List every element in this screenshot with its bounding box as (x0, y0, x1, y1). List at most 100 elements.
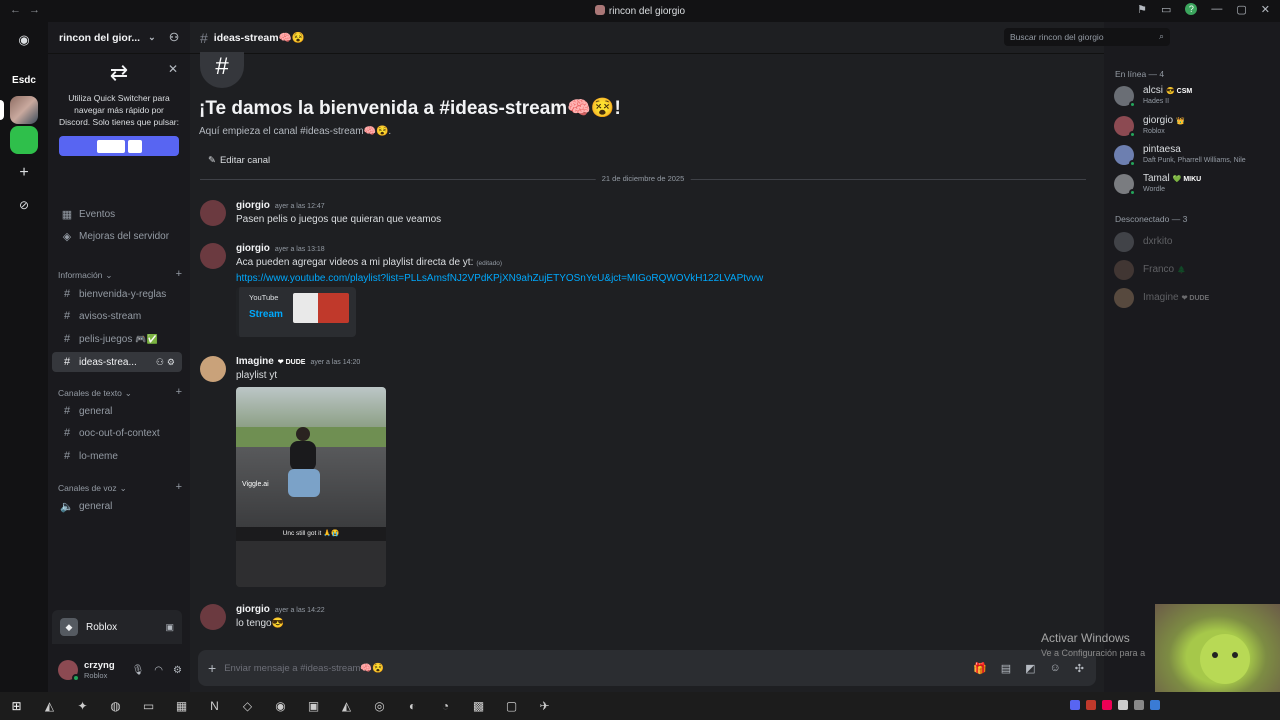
embed-thumbnail[interactable] (293, 293, 349, 323)
message-author[interactable]: giorgio (236, 604, 270, 615)
user-info[interactable]: crzyng Roblox (84, 660, 115, 680)
avatar[interactable] (200, 200, 226, 226)
gift-icon[interactable]: 🎁 (973, 662, 987, 675)
person-head (296, 427, 310, 441)
playlist-link[interactable]: https://www.youtube.com/playlist?list=PL… (236, 273, 763, 284)
channel-pelis-juegos[interactable]: # pelis-juegos 🎮✅ (52, 329, 182, 349)
invite-icon[interactable]: ⚇ (169, 31, 179, 44)
minimize-icon[interactable]: — (1211, 3, 1222, 16)
status-online-icon (72, 674, 80, 682)
category-info[interactable]: Información ⌄ + (58, 269, 182, 281)
voice-channel-general[interactable]: 🔈 general (52, 496, 182, 516)
calculator-icon[interactable]: ▦ (165, 699, 198, 713)
add-channel-icon[interactable]: + (176, 387, 182, 399)
tool-icon[interactable]: ✦ (66, 699, 99, 713)
member-item[interactable]: Franco 🌲 (1114, 257, 1274, 283)
brave-icon[interactable]: ◭ (330, 699, 363, 713)
category-voice-label: Canales de voz (58, 483, 117, 493)
member-name-text: alcsi (1143, 85, 1164, 96)
shortcut-button[interactable] (59, 136, 179, 156)
channel-bienvenida[interactable]: # bienvenida-y-reglas (52, 284, 182, 304)
screen-share-icon[interactable]: ▣ (165, 622, 174, 633)
avatar[interactable] (200, 604, 226, 630)
channel-lo-meme[interactable]: # lo-meme (52, 446, 182, 466)
message-author[interactable]: Imagine (236, 356, 274, 367)
firefox-icon[interactable]: ◍ (99, 699, 132, 713)
sticker-icon[interactable]: ◩ (1025, 662, 1035, 675)
maximize-icon[interactable]: ▢ (1236, 3, 1246, 16)
message-input[interactable]: Enviar mensaje a #ideas-stream🧠😵 (224, 663, 384, 674)
discord-home-icon[interactable]: ◉ (10, 26, 38, 54)
member-item[interactable]: Imagine ❤ DUDE (1114, 285, 1274, 311)
guild-esdc[interactable]: Esdc (8, 66, 40, 94)
category-text[interactable]: Canales de texto ⌄ + (58, 387, 182, 399)
message-author[interactable]: giorgio (236, 200, 270, 211)
message-author[interactable]: giorgio (236, 243, 270, 254)
notion-icon[interactable]: N (198, 699, 231, 713)
activity-panel[interactable]: ◆ Roblox ▣ (52, 610, 182, 644)
add-channel-icon[interactable]: + (176, 482, 182, 494)
tray-app-icon[interactable] (1134, 700, 1144, 710)
discord-taskbar-icon[interactable]: ◎ (363, 699, 396, 713)
avatar[interactable] (58, 660, 80, 682)
youtube-embed[interactable]: YouTube Stream (236, 287, 356, 337)
search-input[interactable]: Buscar rincon del giorgio ⌕ (1004, 28, 1170, 46)
avatar[interactable] (200, 356, 226, 382)
settings-gear-icon[interactable]: ⚙ (173, 665, 182, 676)
server-header[interactable]: rincon del gior... ⌄ ⚇ (48, 22, 190, 54)
category-voice[interactable]: Canales de voz ⌄ + (58, 482, 182, 494)
member-item[interactable]: pintaesa Daft Punk, Pharrell Williams, N… (1114, 142, 1274, 168)
tray-app-icon[interactable] (1102, 700, 1112, 710)
guild-green[interactable] (10, 126, 38, 154)
status-online-icon (1129, 101, 1136, 108)
app-icon[interactable]: ◉ (264, 699, 297, 713)
message-time: ayer a las 14:22 (274, 607, 325, 614)
channel-ideas-stream[interactable]: # ideas-strea... ⚇⚙ (52, 352, 182, 372)
app-icon[interactable]: ◇ (231, 699, 264, 713)
guild-rincon[interactable] (10, 96, 38, 124)
channel-avisos-stream[interactable]: # avisos-stream (52, 306, 182, 326)
channel-general[interactable]: # general (52, 401, 182, 421)
emoji-icon[interactable]: ☺ (1050, 662, 1061, 675)
steam-icon[interactable]: ◐ (396, 699, 429, 713)
channel-ooc[interactable]: # ooc-out-of-context (52, 423, 182, 443)
close-icon[interactable]: ✕ (1261, 3, 1270, 16)
app-icon[interactable]: ✈ (528, 699, 561, 713)
member-item[interactable]: dxrkito (1114, 229, 1274, 255)
avatar[interactable] (200, 243, 226, 269)
gif-icon[interactable]: ▤ (1001, 662, 1011, 675)
discord-tray-icon[interactable] (1070, 700, 1080, 710)
sidebar-item-boosts[interactable]: ◈ Mejoras del servidor (52, 226, 182, 246)
tray-app-icon[interactable] (1150, 700, 1160, 710)
brave-icon[interactable]: ◭ (33, 699, 66, 713)
video-attachment[interactable]: Viggle.ai Unc still got it 🙏😭 (236, 387, 386, 587)
inbox-icon[interactable]: ▭ (1161, 3, 1171, 16)
help-icon[interactable]: ? (1185, 3, 1198, 15)
app-icon[interactable]: ▩ (462, 699, 495, 713)
sidebar-item-events[interactable]: ▦ Eventos (52, 204, 182, 224)
app-icon[interactable]: ▢ (495, 699, 528, 713)
add-server-icon[interactable]: + (10, 159, 38, 187)
chat-area: # ideas-stream🧠😵 ⌗ 🔔 📌 ⚇ # ¡Te damos la … (190, 22, 1104, 692)
microphone-icon[interactable]: 🎙 (132, 665, 145, 676)
app-icon[interactable]: ▣ (297, 699, 330, 713)
add-channel-icon[interactable]: + (176, 269, 182, 281)
member-item[interactable]: Tamal 💚 MIKU Wordle (1114, 171, 1274, 197)
member-item[interactable]: alcsi 😎 CSM Hades II (1114, 83, 1274, 109)
app-icon[interactable]: ◔ (429, 699, 462, 713)
member-item[interactable]: giorgio 👑 Roblox (1114, 113, 1274, 139)
embed-title[interactable]: Stream (249, 309, 283, 320)
discover-icon[interactable]: ⊘ (10, 191, 38, 219)
channel-settings-icon[interactable]: ⚇⚙ (156, 357, 178, 368)
apps-icon[interactable]: ✣ (1075, 662, 1084, 675)
flag-icon[interactable]: ⚑ (1137, 3, 1147, 16)
file-explorer-icon[interactable]: ▭ (132, 699, 165, 713)
edit-channel-button[interactable]: ✎ Editar canal (202, 150, 276, 170)
windows-start-icon[interactable]: ⊞ (0, 699, 33, 713)
headphones-icon[interactable]: ◠ (154, 665, 163, 676)
tray-app-icon[interactable] (1118, 700, 1128, 710)
attach-plus-icon[interactable]: + (208, 660, 216, 676)
date-divider: 21 de diciembre de 2025 (200, 174, 1086, 183)
close-tip-icon[interactable]: ✕ (168, 62, 178, 76)
tray-app-icon[interactable] (1086, 700, 1096, 710)
